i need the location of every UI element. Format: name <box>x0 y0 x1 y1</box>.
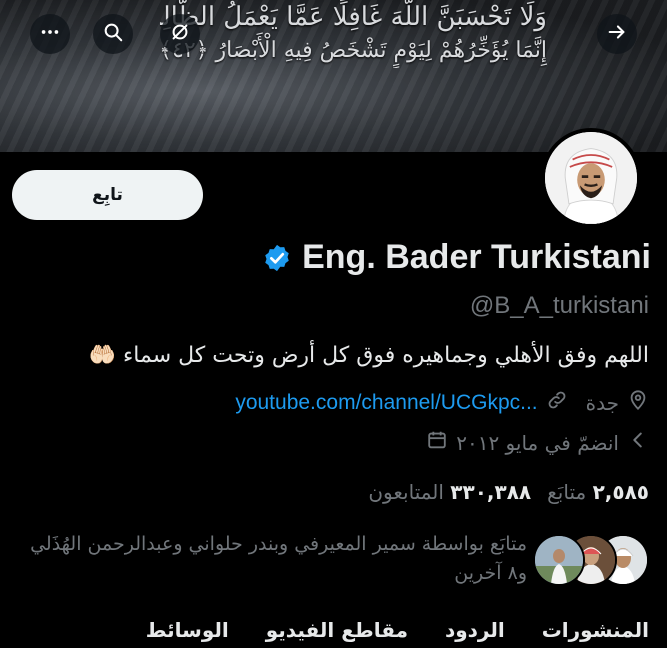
profile-avatar[interactable] <box>541 128 641 228</box>
profile-handle: @B_A_turkistani <box>469 292 649 319</box>
profile-tabs: المنشورات الردود مقاطع الفيديو الوسائط <box>0 618 667 648</box>
profile-meta-joined: انضمّ في مايو ٢٠١٢ <box>426 429 649 456</box>
search-icon <box>102 21 124 47</box>
following-count: ٢,٥٨٥ <box>592 480 649 504</box>
tab-media[interactable]: الوسائط <box>146 618 229 642</box>
mute-icon <box>169 21 191 47</box>
profile-bio: اللهم وفق الأهلي وجماهيره فوق كل أرض وتح… <box>88 343 649 368</box>
chevron-left-icon[interactable] <box>627 429 649 456</box>
banner-verse: وَلَا تَحْسَبَنَّ اللَّهَ غَافِلًا عَمَّ… <box>160 0 547 68</box>
banner-verse-line-2: إِنَّمَا يُؤَخِّرُهُمْ لِيَوْمٍ تَشْخَصُ… <box>160 38 547 63</box>
following-stat[interactable]: ٢,٥٨٥ متابَع <box>547 480 649 504</box>
follow-button[interactable]: تابِع <box>12 170 203 220</box>
verified-badge-icon[interactable] <box>262 243 292 273</box>
location-icon <box>627 389 649 416</box>
profile-meta-location-website: جدة youtube.com/channel/UCGkpc... <box>235 389 649 416</box>
followed-by-section[interactable]: متابَع بواسطة سمير المعيرفي وبندر حلواني… <box>27 530 649 588</box>
followed-by-text: متابَع بواسطة سمير المعيرفي وبندر حلواني… <box>30 533 527 584</box>
following-label: متابَع <box>547 480 587 504</box>
profile-joined-date: انضمّ في مايو ٢٠١٢ <box>456 430 619 455</box>
follow-stats: ٢,٥٨٥ متابَع ٣٣٠,٣٨٨ المتابعون <box>368 480 649 504</box>
followed-by-avatars <box>533 530 649 588</box>
tab-replies[interactable]: الردود <box>445 618 505 642</box>
more-icon <box>39 21 61 47</box>
avatar <box>533 534 585 586</box>
name-row: Eng. Bader Turkistani <box>262 238 651 277</box>
calendar-icon <box>426 429 448 456</box>
tab-posts[interactable]: المنشورات <box>542 618 649 642</box>
search-button[interactable] <box>93 14 133 54</box>
followers-label: المتابعون <box>368 480 444 504</box>
followers-count: ٣٣٠,٣٨٨ <box>450 480 532 504</box>
forward-button[interactable] <box>597 14 637 54</box>
mute-button[interactable] <box>160 14 200 54</box>
profile-location: جدة <box>585 390 619 415</box>
display-name: Eng. Bader Turkistani <box>302 238 651 276</box>
profile-website-link[interactable]: youtube.com/channel/UCGkpc... <box>235 391 537 415</box>
followers-stat[interactable]: ٣٣٠,٣٨٨ المتابعون <box>368 480 531 504</box>
arrow-right-icon <box>606 21 628 47</box>
banner-verse-line-1: وَلَا تَحْسَبَنَّ اللَّهَ غَافِلًا عَمَّ… <box>160 2 547 32</box>
tab-videos[interactable]: مقاطع الفيديو <box>266 618 408 642</box>
link-icon <box>546 389 568 416</box>
more-button[interactable] <box>30 14 70 54</box>
